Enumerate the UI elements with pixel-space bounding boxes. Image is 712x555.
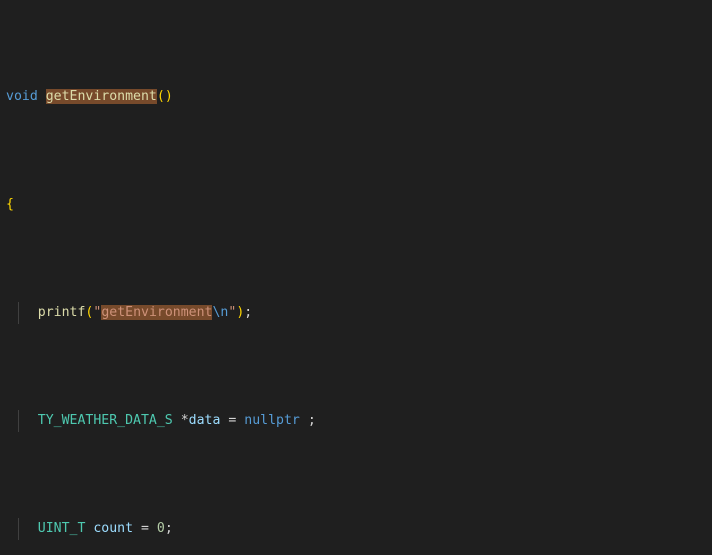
token-semicolon: ; — [307, 413, 316, 429]
token-nullptr: nullptr — [244, 413, 300, 429]
token-keyword-void: void — [6, 89, 38, 105]
indent-guide — [18, 518, 19, 540]
token-semicolon: ; — [244, 305, 253, 321]
code-line-2[interactable]: { — [0, 194, 712, 216]
token-function-printf: printf — [37, 305, 86, 321]
code-line-4[interactable]: TY_WEATHER_DATA_S *data = nullptr ; — [0, 410, 712, 432]
token-number: 0 — [156, 521, 165, 537]
token-paren-open: ( — [156, 89, 165, 105]
token-variable-count: count — [93, 521, 134, 537]
token-assign: = — [141, 521, 149, 537]
token-paren-close: ) — [164, 89, 173, 105]
code-line-1[interactable]: void getEnvironment() — [0, 86, 712, 108]
code-line-5[interactable]: UINT_T count = 0; — [0, 518, 712, 540]
indent-guide — [18, 410, 19, 432]
token-function-name: getEnvironment — [45, 89, 157, 105]
token-escape: \n — [212, 305, 229, 321]
indent-guide — [18, 302, 19, 324]
code-editor[interactable]: void getEnvironment() { printf("getEnvir… — [0, 0, 712, 555]
token-asterisk: * — [180, 413, 189, 429]
token-string-highlighted: getEnvironment — [101, 305, 213, 321]
token-variable-data: data — [188, 413, 221, 429]
token-semicolon: ; — [164, 521, 173, 537]
code-content[interactable]: void getEnvironment() { printf("getEnvir… — [0, 0, 712, 555]
code-line-3[interactable]: printf("getEnvironment\n"); — [0, 302, 712, 324]
token-type: TY_WEATHER_DATA_S — [37, 413, 173, 429]
token-brace-open: { — [6, 197, 14, 213]
token-type: UINT_T — [37, 521, 86, 537]
